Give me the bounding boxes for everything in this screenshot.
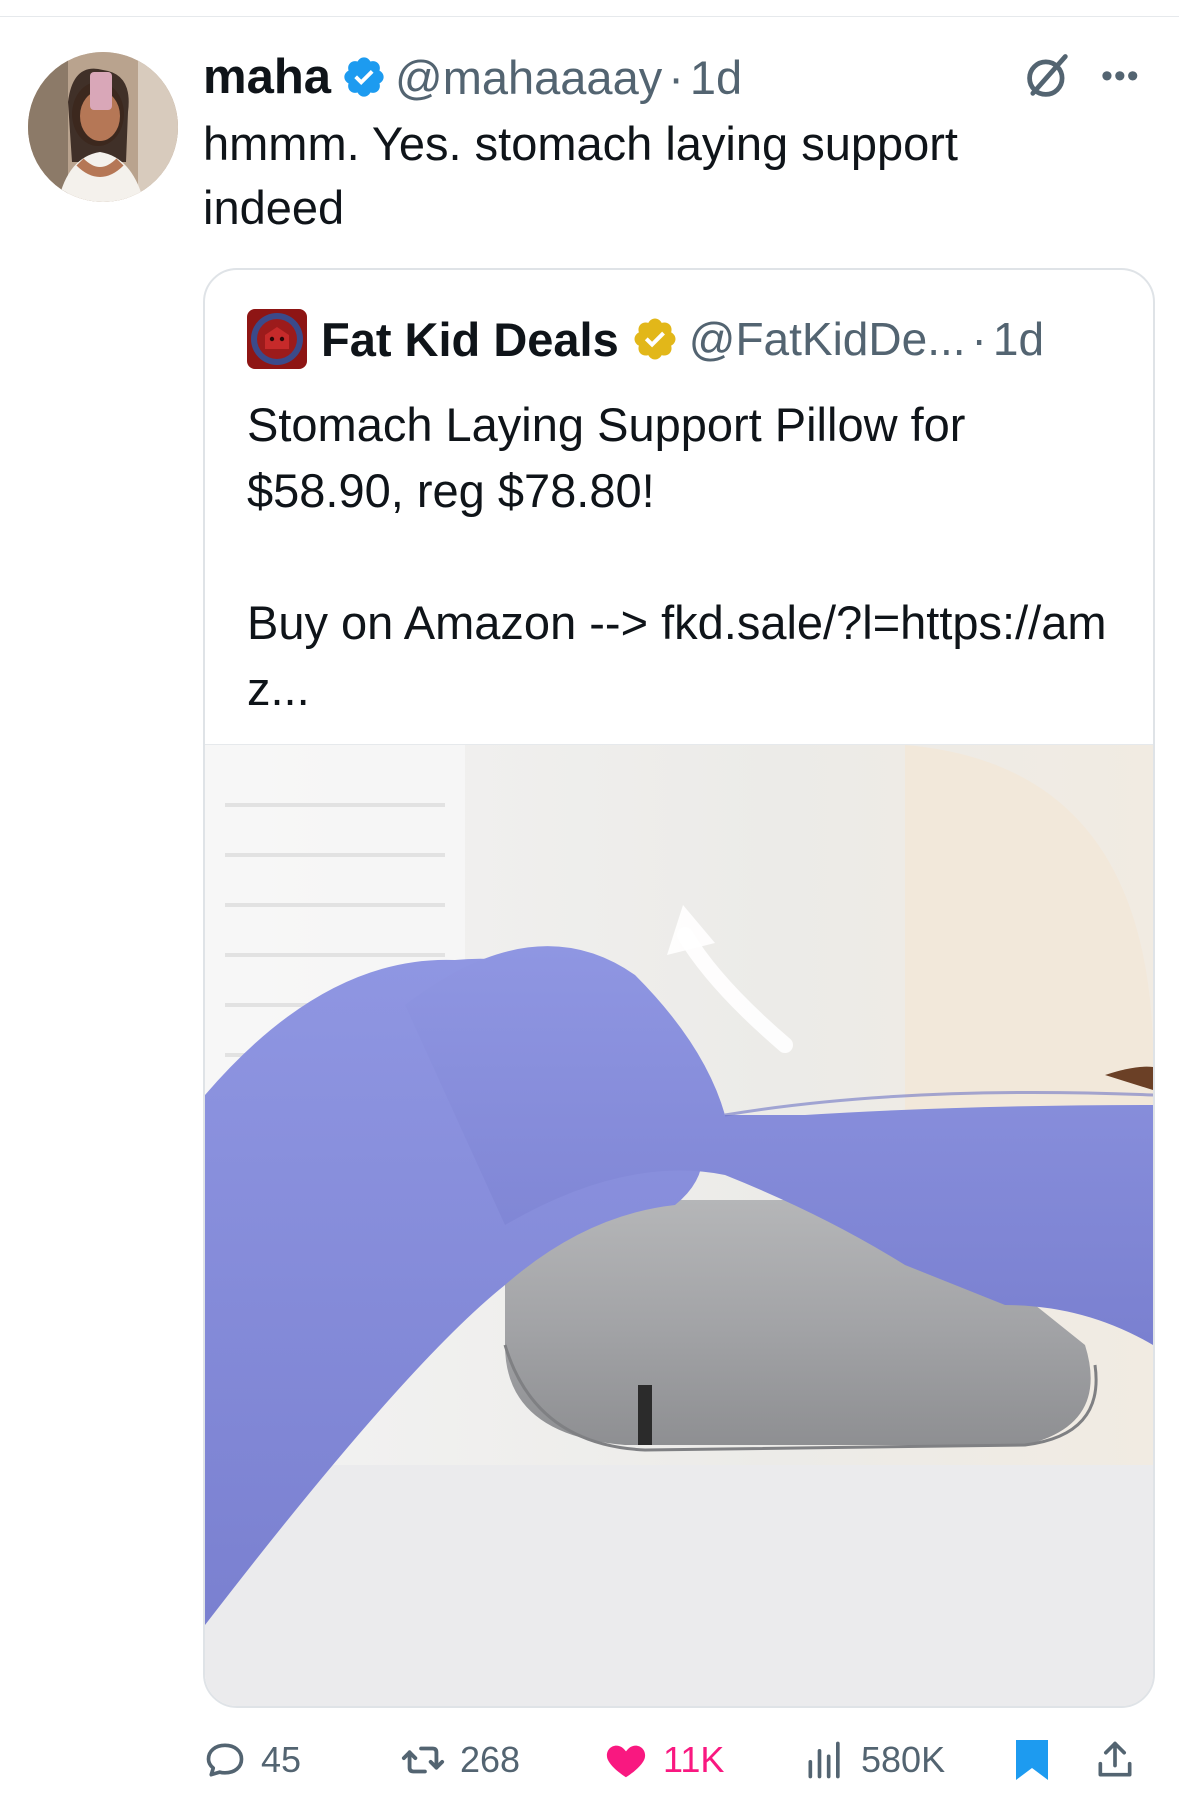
author-handle[interactable]: @mahaaaay [395,50,662,105]
repost-icon [401,1746,445,1774]
like-count: 11K [663,1739,725,1780]
avatar[interactable] [28,52,178,202]
more-icon[interactable]: ••• [1101,59,1140,93]
like-button[interactable]: 11K [603,1725,724,1795]
quoted-avatar [247,309,307,369]
author-name[interactable]: maha [203,49,331,105]
share-button[interactable] [1093,1725,1137,1795]
views-button[interactable]: 580K [803,1725,945,1795]
reply-button[interactable]: 45 [203,1725,301,1795]
quoted-author-name[interactable]: Fat Kid Deals [321,312,619,367]
bookmark-icon [1016,1740,1048,1780]
quoted-header: Fat Kid Deals @FatKidDe... · 1d [247,308,1044,370]
quoted-text-line1: Stomach Laying Support Pillow for $58.90… [247,398,966,517]
tweet-text: hmmm. Yes. stomach laying support indeed [203,117,958,234]
like-icon [606,1745,646,1778]
top-divider [0,16,1179,17]
quoted-text: Stomach Laying Support Pillow for $58.90… [247,392,1117,722]
timestamp[interactable]: 1d [690,50,742,105]
repost-count: 268 [460,1739,521,1780]
quoted-tweet-card[interactable]: Fat Kid Deals @FatKidDe... · 1d Stomach … [203,268,1155,1708]
bookmark-button[interactable] [1011,1725,1053,1795]
quoted-media-image[interactable] [205,744,1153,1706]
tweet-header: maha @mahaaaay · 1d [203,42,742,112]
gold-verified-badge-icon [634,318,676,360]
quoted-timestamp[interactable]: 1d [993,312,1044,366]
reply-count: 45 [261,1739,302,1780]
views-count: 580K [861,1739,946,1780]
quoted-handle[interactable]: @FatKidDe... [689,312,966,366]
grok-icon[interactable] [1022,50,1074,102]
reply-icon [206,1743,244,1777]
quoted-separator-dot: · [971,313,987,365]
action-bar: 45 268 11K 580K [203,1725,1153,1795]
views-icon [808,1741,840,1779]
quoted-text-line2[interactable]: Buy on Amazon --> fkd.sale/?l=https://am… [247,590,1117,722]
share-icon [1098,1741,1132,1777]
separator-dot: · [668,50,684,104]
repost-button[interactable]: 268 [400,1725,520,1795]
verified-badge-icon [344,57,384,97]
